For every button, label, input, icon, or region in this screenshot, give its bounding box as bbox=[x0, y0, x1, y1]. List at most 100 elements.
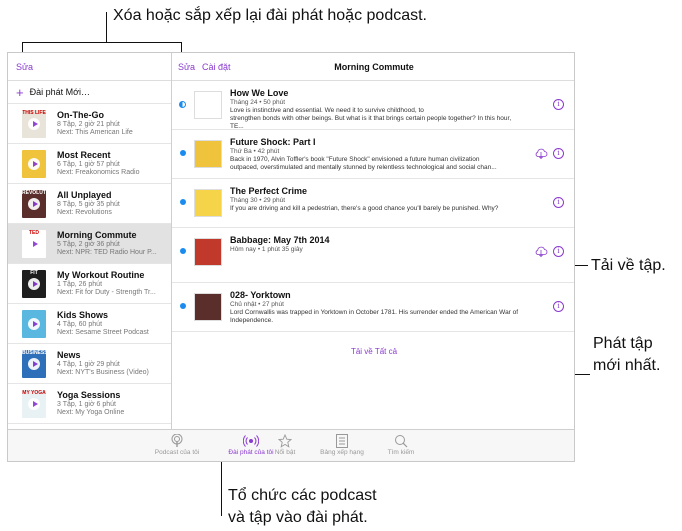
download-cloud-icon[interactable] bbox=[534, 245, 548, 257]
station-row[interactable]: Most Recent 6 Tập, 1 giờ 57 phút Next: Fre… bbox=[8, 144, 171, 184]
podcast-icon bbox=[142, 433, 212, 449]
station-row[interactable]: FIT My Workout Routine 1 Tập, 26 phút Next:… bbox=[8, 264, 171, 304]
info-icon[interactable]: i bbox=[553, 99, 564, 110]
info-icon[interactable]: i bbox=[553, 148, 564, 159]
play-latest-icon[interactable] bbox=[28, 397, 40, 410]
episode-row[interactable]: Babbage: May 7th 2014 Hôm nay • 1 phút 35… bbox=[172, 228, 574, 283]
station-info: 8 Tập, 2 giờ 21 phút bbox=[57, 120, 120, 128]
station-title: Morning Commute bbox=[334, 62, 414, 72]
callout-play-latest-2: mới nhất. bbox=[593, 357, 661, 374]
episode-meta: Tháng 24 • 50 phút bbox=[230, 99, 286, 106]
tab-search[interactable]: Tìm kiếm bbox=[366, 433, 436, 456]
new-station-button[interactable]: + Đài phát Mới… bbox=[8, 81, 171, 104]
episode-artwork bbox=[194, 238, 222, 266]
play-latest-icon[interactable] bbox=[28, 317, 40, 330]
station-next: Next: This American Life bbox=[57, 129, 133, 136]
station-info: 5 Tập, 2 giờ 36 phút bbox=[57, 240, 120, 248]
episode-list: How We Love Tháng 24 • 50 phút Love is ins… bbox=[172, 81, 574, 332]
station-name: Morning Commute bbox=[57, 229, 137, 240]
episode-description: Love is instinctive and essential. We ne… bbox=[230, 107, 424, 114]
search-icon bbox=[366, 433, 436, 449]
info-icon[interactable]: i bbox=[553, 197, 564, 208]
station-row[interactable]: TED Morning Commute 5 Tập, 2 giờ 36 phút Ne… bbox=[8, 224, 171, 264]
episode-row[interactable]: Future Shock: Part I Thứ Ba • 42 phút Back… bbox=[172, 130, 574, 179]
episode-meta: Chủ nhật • 27 phút bbox=[230, 301, 284, 308]
artwork-label: MY YOGA bbox=[22, 389, 46, 396]
sidebar-navbar: Sửa bbox=[8, 53, 171, 81]
episode-artwork bbox=[194, 91, 222, 119]
artwork-label: FIT bbox=[30, 269, 38, 276]
station-info: 8 Tập, 5 giờ 35 phút bbox=[57, 200, 120, 208]
play-latest-icon[interactable] bbox=[28, 157, 40, 170]
artwork-label: THIS LIFE bbox=[22, 109, 46, 116]
episode-artwork bbox=[194, 293, 222, 321]
play-latest-icon[interactable] bbox=[28, 197, 40, 210]
unplayed-indicator bbox=[180, 248, 186, 254]
callout-organize-2: và tập vào đài phát. bbox=[228, 509, 368, 526]
episode-description: outpaced, overstimulated and mentally st… bbox=[230, 164, 497, 171]
episode-meta: Thứ Ba • 42 phút bbox=[230, 148, 280, 155]
artwork-label: REVOLUTIONS bbox=[22, 189, 46, 196]
station-info: 3 Tập, 1 giờ 6 phút bbox=[57, 400, 116, 408]
station-name: Yoga Sessions bbox=[57, 389, 121, 400]
callout-organize-1: Tổ chức các podcast bbox=[228, 487, 377, 504]
unplayed-indicator bbox=[180, 150, 186, 156]
station-row[interactable]: MY YOGA Yoga Sessions 3 Tập, 1 giờ 6 phút N… bbox=[8, 384, 171, 424]
unplayed-indicator bbox=[180, 199, 186, 205]
unplayed-indicator bbox=[179, 101, 186, 108]
station-row[interactable]: THIS LIFE On-The-Go 8 Tập, 2 giờ 21 phút Ne… bbox=[8, 104, 171, 144]
download-cloud-icon[interactable] bbox=[534, 147, 548, 159]
station-artwork: THIS LIFE bbox=[22, 109, 46, 138]
play-latest-icon[interactable] bbox=[28, 277, 40, 290]
info-icon[interactable]: i bbox=[553, 246, 564, 257]
station-detail: Sửa Cài đặt Morning Commute How We Love T… bbox=[172, 53, 574, 429]
station-next: Next: Fit for Duty - Strength Tr... bbox=[57, 289, 156, 296]
callout-download: Tải về tập. bbox=[591, 257, 666, 274]
info-icon[interactable]: i bbox=[553, 301, 564, 312]
new-station-label: Đài phát Mới… bbox=[29, 87, 91, 97]
callout-line bbox=[106, 12, 107, 42]
station-next: Next: Freakonomics Radio bbox=[57, 169, 140, 176]
plus-icon: + bbox=[16, 84, 24, 100]
episode-row[interactable]: How We Love Tháng 24 • 50 phút Love is ins… bbox=[172, 81, 574, 130]
unplayed-indicator bbox=[180, 303, 186, 309]
station-artwork: TED bbox=[22, 229, 46, 258]
station-name: Most Recent bbox=[57, 149, 111, 160]
episode-description: strengthen bonds with other beings. But … bbox=[230, 115, 512, 130]
episode-row[interactable]: The Perfect Crime Tháng 30 • 29 phút If yo… bbox=[172, 179, 574, 228]
episode-title: How We Love bbox=[230, 88, 289, 98]
episode-description: Back in 1970, Alvin Toffler's book "Futu… bbox=[230, 156, 480, 163]
station-next: Next: Revolutions bbox=[57, 209, 112, 216]
station-artwork: BUSINESS bbox=[22, 349, 46, 378]
play-latest-icon[interactable] bbox=[28, 357, 40, 370]
play-latest-icon[interactable] bbox=[28, 237, 40, 250]
station-info: 4 Tập, 1 giờ 29 phút bbox=[57, 360, 120, 368]
episode-title: Future Shock: Part I bbox=[230, 137, 316, 147]
station-artwork: REVOLUTIONS bbox=[22, 189, 46, 218]
station-artwork bbox=[22, 149, 46, 178]
callout-edit-reorder: Xóa hoặc sắp xếp lại đài phát hoặc podca… bbox=[113, 7, 427, 24]
station-next: Next: NPR: TED Radio Hour P... bbox=[57, 249, 157, 256]
station-name: News bbox=[57, 349, 81, 360]
station-info: 1 Tập, 26 phút bbox=[57, 280, 103, 288]
station-row[interactable]: Kids Shows 4 Tập, 60 phút Next: Sesame Str… bbox=[8, 304, 171, 344]
episode-description: Lord Cornwallis was trapped in Yorktown … bbox=[230, 309, 519, 316]
station-name: My Workout Routine bbox=[57, 269, 145, 280]
episode-row[interactable]: 028- Yorktown Chủ nhật • 27 phút Lord Corn… bbox=[172, 283, 574, 332]
tab-label: Podcast của tôi bbox=[154, 449, 200, 456]
artwork-label: TED bbox=[29, 229, 39, 236]
station-name: Kids Shows bbox=[57, 309, 109, 320]
sidebar-edit-button[interactable]: Sửa bbox=[16, 62, 33, 72]
station-info: 6 Tập, 1 giờ 57 phút bbox=[57, 160, 120, 168]
episode-description: Independence. bbox=[230, 317, 274, 324]
station-row[interactable]: REVOLUTIONS All Unplayed8 Tập, 5 giờ 35 p… bbox=[8, 184, 171, 224]
download-all-button[interactable]: Tải về Tất cả bbox=[172, 332, 574, 356]
episode-artwork bbox=[194, 140, 222, 168]
episode-title: The Perfect Crime bbox=[230, 186, 308, 196]
station-row[interactable]: BUSINESS News 4 Tập, 1 giờ 29 phút Next: NY… bbox=[8, 344, 171, 384]
callout-line bbox=[22, 42, 182, 43]
play-latest-icon[interactable] bbox=[28, 117, 40, 130]
tab-bar: Podcast của tôi Đài phát của tôi Nổi bật… bbox=[8, 429, 574, 461]
tab-my-podcasts[interactable]: Podcast của tôi bbox=[142, 433, 212, 456]
artwork-label: BUSINESS bbox=[22, 349, 46, 356]
